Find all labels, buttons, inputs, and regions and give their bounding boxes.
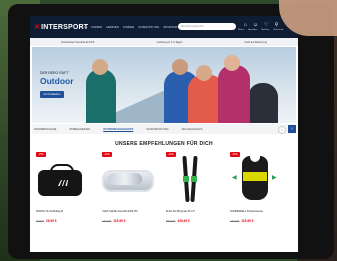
product-price: 599,99 €449,99 € — [166, 219, 190, 223]
product-name[interactable]: KOMPERDELL Protektorweste — [230, 210, 286, 213]
hero-banner[interactable]: DER BERG RUFT Outdoor Zur Kollektion — [32, 47, 296, 123]
promo-item: Kauf auf Rechnung — [244, 40, 267, 44]
product-name[interactable]: ADIDAS Tiro Duffelbag M — [36, 210, 92, 213]
person-figure — [86, 69, 116, 123]
old-price: 149,99 € — [102, 220, 112, 223]
store-locator-icon[interactable]: ⌂ — [244, 22, 247, 28]
chevron-left-icon[interactable]: ‹ — [278, 126, 286, 134]
category-tab-active[interactable]: OUTDOOR HIGHLIGHTS — [103, 128, 133, 131]
sale-price: 29,99 € — [45, 219, 57, 223]
product-card[interactable]: -25% ◀ ▶ KOMPERDELL Protektorweste 149,99… — [230, 152, 286, 242]
hero-title: Outdoor — [40, 76, 74, 86]
product-price: 149,99 €119,99 € — [102, 219, 126, 223]
product-card[interactable]: -20% UVEX Skibrille Downhill 2000 FM 149… — [102, 152, 158, 242]
header-icon-labels: Filialen Anmelden Merkliste Warenkorb — [238, 29, 283, 31]
discount-badge: -15% — [36, 152, 46, 157]
old-price: 149,99 € — [230, 220, 240, 223]
cart-icon[interactable]: ⚲ — [275, 22, 279, 28]
discount-badge: -25% — [230, 152, 240, 157]
discount-badge: -20% — [102, 152, 112, 157]
product-price: 34,99 €29,99 € — [36, 219, 57, 223]
category-tab[interactable]: WANDERSCHUHE — [34, 128, 56, 131]
account-icon[interactable]: ☺ — [253, 22, 258, 28]
sale-price: 119,99 € — [113, 219, 126, 223]
discount-badge: -20% — [166, 152, 176, 157]
promo-item: Lieferung in 1-3 Tagen — [156, 40, 183, 44]
promo-bar: Kostenloser Versand ab 50 € Lieferung in… — [30, 38, 298, 46]
old-price: 599,99 € — [166, 220, 176, 223]
wishlist-label: Merkliste — [261, 29, 270, 31]
person-head — [172, 59, 188, 75]
category-tabs: WANDERSCHUHE SKIBEKLEIDUNG OUTDOOR HIGHL… — [32, 124, 296, 134]
header-icons: ⌂ ☺ ♡ ⚲ — [244, 22, 278, 28]
sale-price: 449,99 € — [177, 219, 190, 223]
old-price: 34,99 € — [36, 220, 44, 223]
promo-item: Kostenloser Versand ab 50 € — [61, 40, 95, 44]
hero-cta-button[interactable]: Zur Kollektion — [40, 91, 64, 98]
product-name[interactable]: UVEX Skibrille Downhill 2000 FM — [102, 210, 158, 213]
sale-price: 119,99 € — [241, 219, 254, 223]
store-locator-label: Filialen — [238, 29, 245, 31]
category-tab[interactable]: SKIBEKLEIDUNG — [69, 128, 90, 131]
nav-item[interactable]: HERREN — [106, 25, 119, 29]
search-input[interactable]: Wonach suchst du? — [178, 23, 236, 30]
account-label: Anmelden — [248, 29, 258, 31]
category-tab[interactable]: SKI HIGHLIGHTS — [182, 128, 203, 131]
product-price: 149,99 €119,99 € — [230, 219, 254, 223]
section-title: UNSERE EMPFEHLUNGEN FÜR DICH — [115, 141, 213, 147]
product-name[interactable]: ELAN Ski Wingman 86 CTi — [166, 210, 222, 213]
person-head — [224, 55, 240, 71]
nav-item[interactable]: DAMEN — [91, 25, 102, 29]
person-head — [92, 59, 108, 75]
cart-label: Warenkorb — [273, 29, 284, 31]
browser-screen: ✕INTERSPORT ALLE DAMEN HERREN KINDER AUS… — [30, 16, 298, 252]
product-card[interactable]: -20% ELAN Ski Wingman 86 CTi 599,99 €449… — [166, 152, 222, 242]
person-figure — [218, 65, 250, 123]
product-card[interactable]: -15% ADIDAS Tiro Duffelbag M 34,99 €29,9… — [36, 152, 92, 242]
chevron-right-icon[interactable]: › — [288, 125, 296, 133]
person-figure — [248, 83, 278, 123]
hero-subtitle: DER BERG RUFT — [40, 71, 69, 75]
nav-item[interactable]: KINDER — [123, 25, 134, 29]
wishlist-icon[interactable]: ♡ — [264, 22, 268, 28]
category-tab[interactable]: SKIAUSRÜSTUNG — [146, 128, 168, 131]
person-head — [196, 65, 212, 81]
nav-item[interactable]: AUSRÜSTUNG — [138, 25, 159, 29]
nav-item[interactable]: ALLE — [80, 25, 87, 29]
site-header: ✕INTERSPORT ALLE DAMEN HERREN KINDER AUS… — [30, 16, 298, 38]
